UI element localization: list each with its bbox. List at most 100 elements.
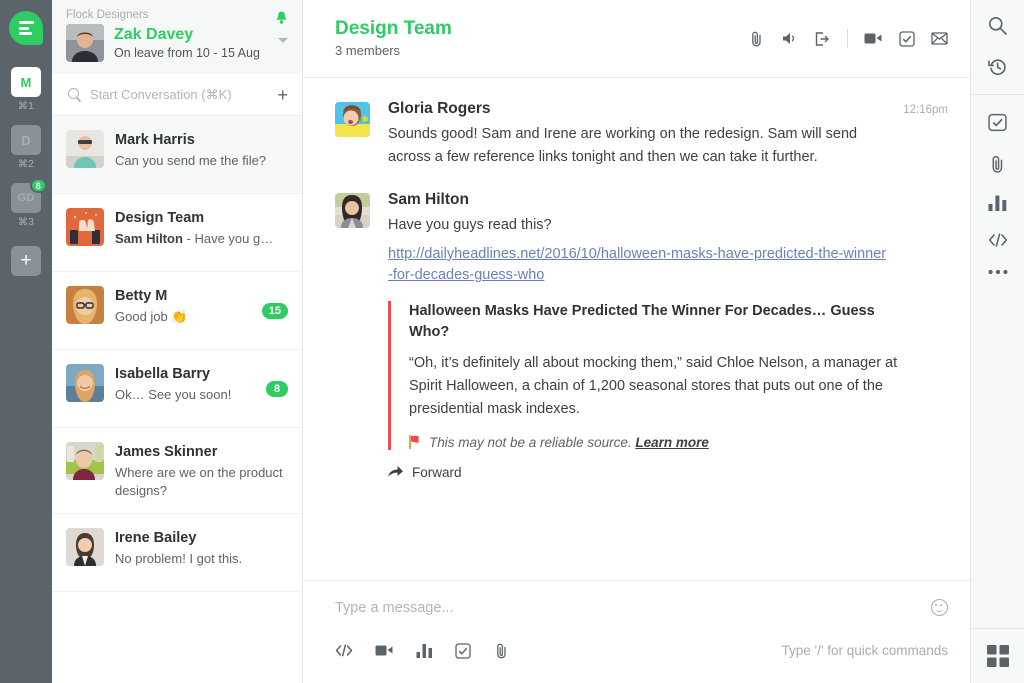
member-count[interactable]: 3 members <box>335 43 452 58</box>
poll-icon[interactable] <box>416 643 433 658</box>
link-preview-body: “Oh, it’s definitely all about mocking t… <box>409 355 898 418</box>
search-icon <box>68 88 81 101</box>
conversation-name: Irene Bailey <box>115 530 197 547</box>
avatar <box>335 192 370 228</box>
more-icon[interactable] <box>988 269 1008 275</box>
leave-icon[interactable] <box>814 31 831 47</box>
warning-label: This may not be a reliable source. <box>429 434 632 450</box>
apps-grid-icon[interactable] <box>986 645 1009 667</box>
conversation-name: James Skinner <box>115 444 218 460</box>
link-preview-card: Halloween Masks Have Predicted The Winne… <box>388 301 908 450</box>
conversation-preview: Where are we on the product designs? <box>115 465 283 498</box>
poll-icon[interactable] <box>988 195 1007 211</box>
avatar <box>66 364 104 402</box>
avatar <box>66 286 104 324</box>
search-icon[interactable] <box>988 16 1007 35</box>
message-author[interactable]: Gloria Rogers <box>388 100 491 118</box>
code-icon[interactable] <box>335 644 353 657</box>
list-item[interactable]: Isabella Barry Ok… See you soon! 8 <box>52 350 302 428</box>
video-icon[interactable] <box>375 644 394 657</box>
team-switcher-item-m[interactable]: M ⌘1 <box>11 67 41 112</box>
avatar <box>335 102 370 137</box>
message: Sam Hilton Have you guys read this? http… <box>335 191 948 480</box>
message-text: Have you guys read this? <box>388 216 552 233</box>
conversation-preview: Good job 👏 <box>115 309 188 325</box>
start-conversation-row[interactable]: Start Conversation (⌘K) + <box>52 74 302 116</box>
link-preview-title[interactable]: Halloween Masks Have Predicted The Winne… <box>409 301 908 343</box>
conversation-name: Betty M <box>115 288 168 304</box>
add-team-button[interactable]: + <box>11 246 41 276</box>
list-item[interactable]: Betty M Good job 👏 15 <box>52 272 302 350</box>
list-item[interactable]: Design Team Sam Hilton - Have you g… <box>52 194 302 272</box>
chat-header-actions <box>748 29 948 48</box>
list-item[interactable]: James Skinner Where are we on the produc… <box>52 428 302 515</box>
page-title[interactable]: Design Team <box>335 18 452 40</box>
avatar <box>66 442 104 480</box>
team-shortcut: ⌘1 <box>17 101 35 112</box>
divider <box>847 29 848 48</box>
team-initials: GD <box>17 192 35 204</box>
avatar <box>66 24 104 62</box>
list-item[interactable]: Irene Bailey No problem! I got this. <box>52 514 302 593</box>
code-icon[interactable] <box>988 233 1008 247</box>
warning-text: This may not be a reliable source. Learn… <box>429 435 709 450</box>
team-unread-badge: 8 <box>29 178 47 193</box>
learn-more-link[interactable]: Learn more <box>635 435 709 450</box>
conversation-name: Design Team <box>115 210 205 226</box>
forward-label: Forward <box>412 464 462 480</box>
conversation-list[interactable]: Mark Harris Can you send me the file? De… <box>52 116 302 683</box>
utility-rail <box>970 0 1024 683</box>
team-initials: M <box>20 74 32 90</box>
team-tile-m[interactable]: M <box>11 67 41 97</box>
message-input[interactable]: Type a message... <box>335 600 931 616</box>
volume-icon[interactable] <box>781 31 798 46</box>
conversation-preview: Sam Hilton - Have you g… <box>115 230 288 248</box>
mail-icon[interactable] <box>931 32 948 45</box>
avatar <box>66 130 104 168</box>
attachment-icon[interactable] <box>493 642 510 659</box>
todo-icon[interactable] <box>988 113 1007 132</box>
current-user-panel[interactable]: Flock Designers Zak Davey On leave from … <box>52 0 302 74</box>
todo-icon[interactable] <box>455 642 471 659</box>
smiley-icon[interactable] <box>931 599 948 616</box>
flag-icon <box>409 435 420 450</box>
search-input[interactable]: Start Conversation (⌘K) <box>90 87 268 103</box>
new-conversation-button[interactable]: + <box>277 86 288 104</box>
flock-app-window: M ⌘1 D ⌘2 GD 8 ⌘3 + Flock Designers Zak … <box>0 0 1024 683</box>
team-tile-gd[interactable]: GD 8 <box>11 178 47 213</box>
unread-badge: 15 <box>261 302 288 319</box>
team-rail: M ⌘1 D ⌘2 GD 8 ⌘3 + <box>0 0 52 683</box>
team-shortcut: ⌘2 <box>17 159 35 170</box>
todo-icon[interactable] <box>899 30 915 47</box>
message: Gloria Rogers 12:16pm Sounds good! Sam a… <box>335 100 948 169</box>
unread-badge: 8 <box>266 380 288 397</box>
team-switcher-item-gd[interactable]: GD 8 ⌘3 <box>11 178 47 228</box>
message-link[interactable]: http://dailyheadlines.net/2016/10/hallow… <box>388 244 888 288</box>
message-text: Sounds good! Sam and Irene are working o… <box>388 126 858 165</box>
conversation-sidebar: Flock Designers Zak Davey On leave from … <box>52 0 303 683</box>
conversation-preview: Ok… See you soon! <box>115 387 232 403</box>
team-switcher-item-d[interactable]: D ⌘2 <box>11 125 41 170</box>
team-initials: D <box>21 132 31 148</box>
list-item[interactable]: Mark Harris Can you send me the file? <box>52 116 302 194</box>
preview-text: - Have you g… <box>182 231 274 247</box>
message-timestamp: 12:16pm <box>903 104 948 116</box>
conversation-name: Isabella Barry <box>115 366 211 382</box>
message-composer: Type a message... Type '/' for quick com… <box>303 580 970 683</box>
unreliable-source-warning: This may not be a reliable source. Learn… <box>409 435 908 450</box>
history-icon[interactable] <box>988 57 1007 76</box>
team-tile-d[interactable]: D <box>11 125 41 155</box>
attachment-icon[interactable] <box>748 30 765 47</box>
user-menu-chevron-down-icon[interactable] <box>278 38 288 43</box>
video-icon[interactable] <box>864 32 883 45</box>
message-author[interactable]: Sam Hilton <box>388 191 469 209</box>
avatar <box>66 528 104 567</box>
chat-header: Design Team 3 members <box>303 0 970 78</box>
org-name: Flock Designers <box>66 9 149 21</box>
attachment-icon[interactable] <box>988 154 1007 173</box>
chat-area: Design Team 3 members Gloria Rogers 12:1… <box>303 0 970 683</box>
flock-logo-icon <box>9 11 43 45</box>
forward-button[interactable]: Forward <box>388 465 948 480</box>
notification-bell-icon[interactable] <box>275 11 288 25</box>
current-user-status[interactable]: On leave from 10 - 15 Aug <box>114 46 260 60</box>
